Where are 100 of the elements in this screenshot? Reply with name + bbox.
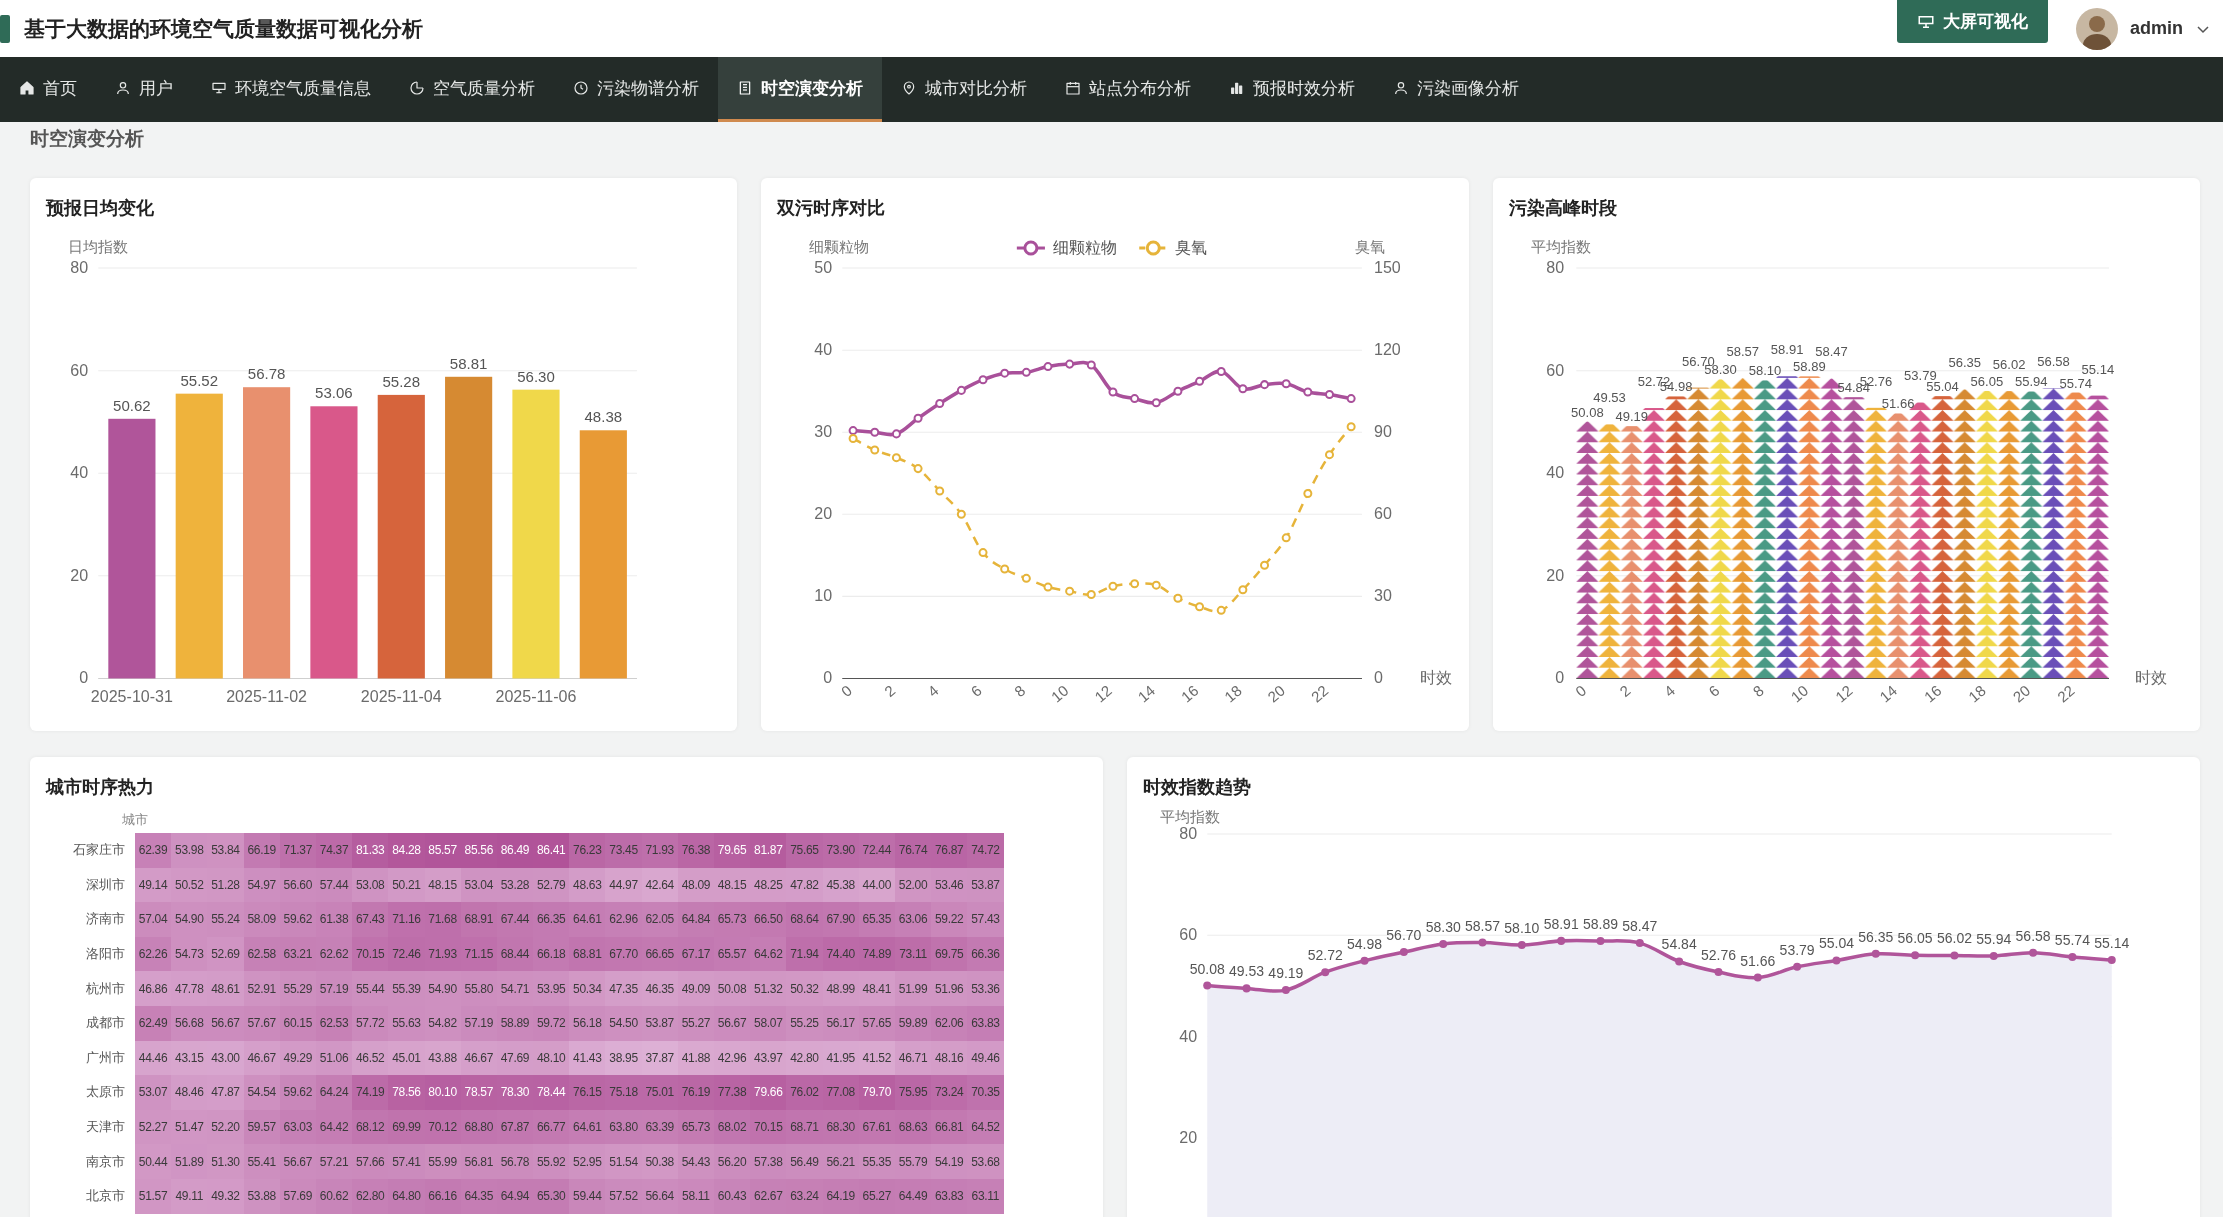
data-label: 53.79	[1779, 941, 1815, 958]
heatmap-cell: 58.07	[750, 1005, 787, 1041]
nav-tab[interactable]: 污染物谱分析	[554, 57, 718, 122]
heatmap-cell: 70.15	[750, 1109, 787, 1145]
row-label: 济南市	[85, 910, 126, 929]
data-label: 56.02	[1936, 930, 1972, 947]
heatmap-cell: 69.75	[931, 936, 968, 972]
app-title: 基于大数据的环境空气质量数据可视化分析	[24, 15, 423, 42]
heatmap-cell: 54.90	[171, 902, 208, 937]
tick-label: 2	[881, 681, 899, 701]
data-label: 55.14	[2094, 934, 2130, 951]
heatmap-cell: 53.68	[967, 1144, 1004, 1179]
heatmap-cell: 48.99	[822, 971, 859, 1006]
row-label: 石家庄市	[72, 841, 126, 860]
heatmap-cell: 46.52	[352, 1040, 389, 1076]
nav-tab[interactable]: 城市对比分析	[882, 57, 1046, 122]
tick-label: 20	[1264, 681, 1289, 706]
point	[1238, 384, 1248, 394]
heatmap-cell: 41.43	[569, 1040, 606, 1076]
nav-tab[interactable]: 空气质量分析	[390, 57, 554, 122]
heatmap-cell: 84.28	[388, 833, 425, 868]
heatmap-cell: 55.80	[460, 971, 497, 1006]
nav-tab[interactable]: 污染画像分析	[1374, 57, 1538, 122]
point	[1203, 981, 1212, 990]
tick-label: 10	[1787, 681, 1811, 706]
point	[1000, 564, 1010, 574]
tick-label: 14	[1876, 681, 1900, 706]
tick-label: 20	[1179, 1127, 1198, 1146]
nav-tab[interactable]: 预报时效分析	[1210, 57, 1374, 122]
data-label: 55.04	[1818, 935, 1854, 952]
tick-label: 16	[1920, 681, 1945, 706]
heatmap-cell: 46.35	[641, 971, 678, 1006]
heatmap-cell: 63.24	[786, 1178, 823, 1214]
heatmap-cell: 74.72	[967, 833, 1004, 868]
heatmap-cell: 57.04	[135, 902, 172, 937]
tick-label: 0	[823, 668, 833, 687]
tick-label: 2025-11-06	[495, 686, 577, 705]
nav-tab[interactable]: 环境空气质量信息	[192, 57, 390, 122]
point	[1130, 394, 1140, 404]
heatmap-cell: 75.95	[894, 1075, 932, 1110]
data-label: 54.98	[1347, 935, 1383, 952]
point	[1439, 939, 1448, 948]
point	[1557, 936, 1566, 945]
heatmap-cell: 52.79	[533, 867, 570, 903]
legend-label[interactable]: 细颗粒物	[1053, 238, 1118, 257]
point	[870, 427, 880, 437]
heatmap-cell: 57.52	[605, 1178, 642, 1214]
heatmap-cell: 55.39	[388, 971, 425, 1006]
heatmap-cell: 60.43	[714, 1178, 751, 1214]
heatmap-cell: 50.32	[786, 971, 823, 1006]
nav-tab[interactable]: 时空演变分析	[718, 57, 882, 122]
legend-marker[interactable]	[1017, 240, 1046, 256]
clock-icon	[573, 80, 589, 96]
heatmap-cell: 53.07	[135, 1075, 172, 1110]
heatmap-cell: 79.70	[858, 1075, 895, 1110]
data-label: 58.47	[1622, 918, 1658, 935]
heatmap-cell: 48.10	[533, 1040, 570, 1076]
heatmap-cell: 56.67	[714, 1005, 751, 1041]
heatmap-cell: 50.44	[135, 1144, 172, 1179]
point	[1152, 398, 1162, 408]
point	[1714, 968, 1723, 977]
tick-label: 18	[1964, 681, 1989, 706]
tick-label: 0	[79, 668, 89, 687]
nav-tab[interactable]: 首页	[0, 57, 96, 122]
tick-label: 40	[1546, 463, 1564, 482]
point	[1871, 949, 1880, 958]
heatmap-cell: 55.92	[533, 1144, 570, 1179]
heatmap-cell: 75.18	[605, 1075, 642, 1110]
legend-marker[interactable]	[1139, 240, 1168, 256]
heatmap-cell: 51.32	[750, 971, 787, 1006]
big-screen-button[interactable]: 大屏可视化	[1897, 0, 2048, 43]
user-avatar[interactable]	[2076, 7, 2118, 50]
heatmap-cell: 55.79	[894, 1144, 932, 1179]
point	[913, 464, 923, 474]
tick-label: 6	[967, 681, 986, 701]
heatmap-cell: 76.19	[677, 1075, 714, 1110]
point	[1130, 579, 1140, 589]
legend-label[interactable]: 臭氧	[1175, 238, 1208, 257]
user-name[interactable]: admin	[2130, 18, 2183, 39]
point	[848, 426, 858, 436]
heatmap-cell: 56.81	[460, 1144, 497, 1179]
data-label: 51.66	[1881, 396, 1915, 412]
point	[870, 445, 880, 455]
heatmap-cell: 54.54	[243, 1075, 280, 1110]
nav-tab[interactable]: 站点分布分析	[1046, 57, 1210, 122]
heatmap-cell: 54.43	[677, 1144, 714, 1179]
heatmap-cell: 52.69	[207, 936, 244, 972]
tick-label: 60	[1546, 360, 1564, 379]
heatmap-cell: 85.56	[460, 833, 497, 868]
heatmap-cell: 54.90	[424, 971, 461, 1006]
axis-label: 平均指数	[1530, 238, 1591, 256]
heatmap-cell: 72.44	[858, 833, 895, 868]
heatmap-cell: 56.68	[171, 1005, 208, 1041]
point	[957, 385, 967, 395]
heatmap-cell: 51.57	[135, 1178, 172, 1214]
data-label: 58.47	[1814, 344, 1848, 360]
point	[1043, 362, 1053, 372]
heatmap-cell: 80.10	[424, 1075, 461, 1110]
heatmap-cell: 56.67	[279, 1144, 316, 1179]
nav-tab[interactable]: 用户	[96, 57, 192, 122]
